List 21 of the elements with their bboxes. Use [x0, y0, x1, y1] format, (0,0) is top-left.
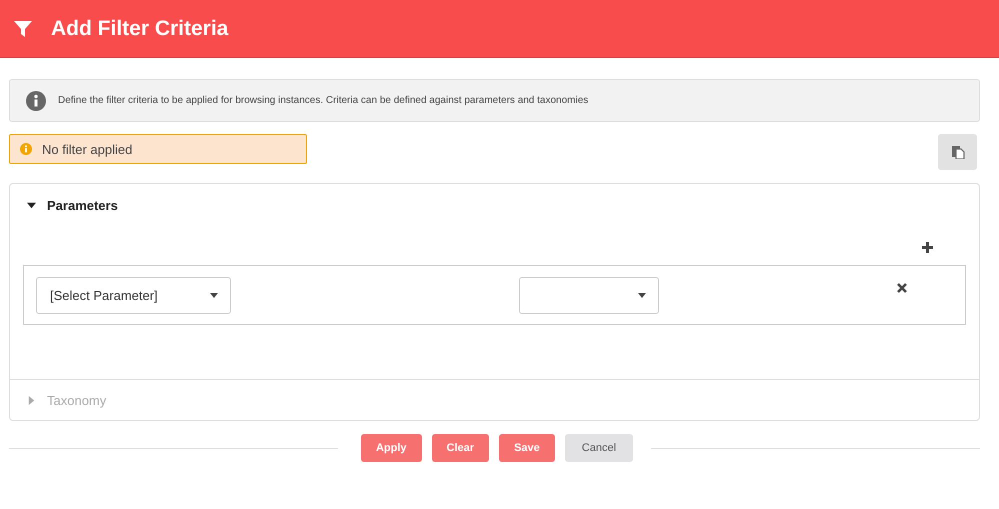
add-icon[interactable]	[922, 242, 933, 253]
action-button[interactable]: Apply	[360, 434, 422, 462]
caret-down-icon	[638, 293, 646, 298]
status-text: No filter applied	[42, 142, 132, 156]
copy-button[interactable]	[938, 134, 977, 170]
section-header[interactable]: Parameters	[10, 184, 979, 226]
caret-down-icon	[27, 200, 36, 210]
filter-icon	[14, 20, 32, 38]
action-button[interactable]: Clear	[432, 434, 490, 462]
info-text: Define the filter criteria to be applied for browsing instances. Criteria can be defined against parameters and taxonomies	[58, 95, 588, 106]
cancel-button[interactable]: Cancel	[564, 434, 634, 462]
action-button[interactable]: Save	[499, 434, 555, 462]
caret-right-icon	[27, 396, 36, 404]
parameter-dropdown[interactable]: [Select Parameter]	[36, 277, 231, 314]
info-icon	[26, 90, 46, 110]
info-icon	[20, 143, 32, 155]
page-title: Add Filter Criteria	[51, 16, 228, 40]
section-header[interactable]: Taxonomy	[10, 380, 979, 420]
caret-down-icon	[210, 293, 218, 298]
remove-icon[interactable]	[897, 283, 907, 293]
copy-icon	[950, 145, 964, 159]
